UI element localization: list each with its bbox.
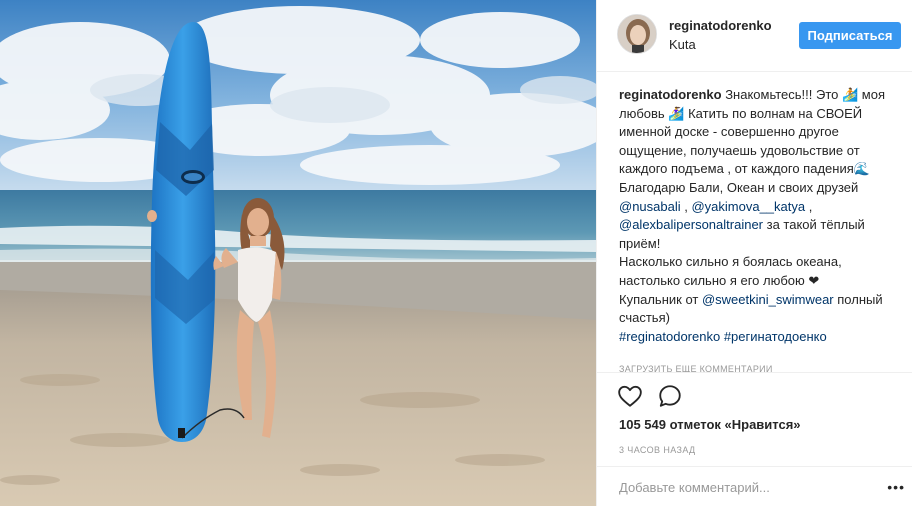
caption: reginatodorenko Знакомьтесь!!! Это 🏄 моя… xyxy=(619,86,901,372)
more-icon[interactable]: ••• xyxy=(887,479,905,495)
username-link[interactable]: reginatodorenko xyxy=(669,18,772,33)
post-timestamp[interactable]: 3 ЧАСОВ НАЗАД xyxy=(619,445,696,455)
hashtag-reginatodorenko[interactable]: #reginatodorenko xyxy=(619,329,720,344)
caption-author[interactable]: reginatodorenko xyxy=(619,87,722,102)
add-comment-bar: ••• xyxy=(597,466,912,506)
caption-text-2: Благодарю Бали, Океан и своих друзей xyxy=(619,179,859,195)
photo-illustration xyxy=(0,0,596,506)
mention-yakimova[interactable]: @yakimova__katya xyxy=(691,199,805,214)
location-link[interactable]: Kuta xyxy=(669,37,696,52)
hashtag-cyrillic[interactable]: #регинатодоенко xyxy=(724,329,827,344)
avatar[interactable] xyxy=(617,14,657,54)
mention-separator: , xyxy=(680,198,692,214)
comment-input[interactable] xyxy=(619,477,869,497)
follow-button[interactable]: Подписаться xyxy=(799,22,901,49)
caption-text-5: Купальник от xyxy=(619,291,702,307)
heart-icon[interactable] xyxy=(617,383,645,411)
load-more-comments[interactable]: ЗАГРУЗИТЬ ЕЩЕ КОММЕНТАРИИ xyxy=(619,364,773,372)
post-photo[interactable] xyxy=(0,0,596,506)
mention-nusabali[interactable]: @nusabali xyxy=(619,199,681,214)
post-panel: reginatodorenko Kuta Подписаться reginat… xyxy=(596,0,912,506)
comment-icon[interactable] xyxy=(657,383,685,411)
mention-alexbali[interactable]: @alexbalipersonaltrainer xyxy=(619,217,763,232)
mention-sweetkini[interactable]: @sweetkini_swimwear xyxy=(702,292,834,307)
caption-text-4: Насколько сильно я боялась океана, насто… xyxy=(619,254,842,288)
avatar-image xyxy=(618,15,656,53)
likes-count[interactable]: 105 549 отметок «Нравится» xyxy=(619,417,801,432)
mention-separator: , xyxy=(805,198,813,214)
post-header: reginatodorenko Kuta Подписаться xyxy=(597,0,912,72)
